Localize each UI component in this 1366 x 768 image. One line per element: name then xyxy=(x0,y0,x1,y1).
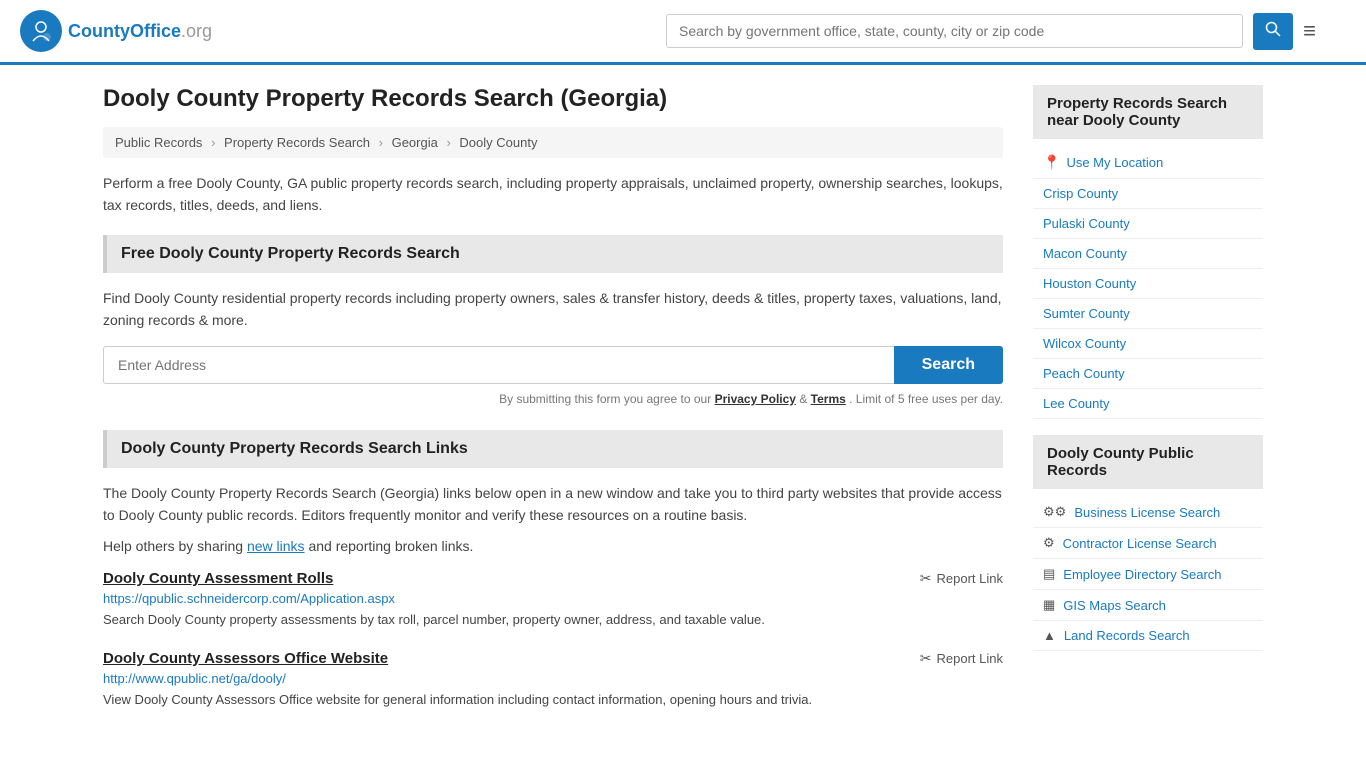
search-description: Find Dooly County residential property r… xyxy=(103,287,1003,332)
privacy-policy-link[interactable]: Privacy Policy xyxy=(715,392,796,406)
employee-directory-icon: ▤ xyxy=(1043,566,1055,582)
record-link-assessment: Dooly County Assessment Rolls ✂ Report L… xyxy=(103,570,1003,630)
assessors-office-title[interactable]: Dooly County Assessors Office Website xyxy=(103,650,388,667)
assessors-office-url: http://www.qpublic.net/ga/dooly/ xyxy=(103,671,1003,686)
sidebar-peach-county[interactable]: Peach County xyxy=(1033,359,1263,389)
sidebar-houston-county[interactable]: Houston County xyxy=(1033,269,1263,299)
terms-link[interactable]: Terms xyxy=(811,392,846,406)
logo-area: CountyOffice.org xyxy=(20,10,212,52)
sidebar-wilcox-county[interactable]: Wilcox County xyxy=(1033,329,1263,359)
sumter-county-link[interactable]: Sumter County xyxy=(1043,306,1130,321)
header-search-input[interactable] xyxy=(666,14,1243,48)
address-search-row: Search xyxy=(103,346,1003,384)
record-link-header-2: Dooly County Assessors Office Website ✂ … xyxy=(103,650,1003,667)
page-title: Dooly County Property Records Search (Ge… xyxy=(103,85,1003,113)
sidebar-sumter-county[interactable]: Sumter County xyxy=(1033,299,1263,329)
pulaski-county-link[interactable]: Pulaski County xyxy=(1043,216,1130,231)
record-link-assessors: Dooly County Assessors Office Website ✂ … xyxy=(103,650,1003,710)
new-links-link[interactable]: new links xyxy=(247,538,305,554)
breadcrumb-sep-2: › xyxy=(379,135,383,150)
sidebar-business-license[interactable]: ⚙⚙ Business License Search xyxy=(1033,497,1263,528)
search-button[interactable]: Search xyxy=(894,346,1003,384)
contractor-license-link[interactable]: Contractor License Search xyxy=(1063,536,1217,551)
sidebar-crisp-county[interactable]: Crisp County xyxy=(1033,179,1263,209)
report-link-btn-1[interactable]: ✂ Report Link xyxy=(920,570,1003,587)
nearby-header: Property Records Search near Dooly Count… xyxy=(1033,85,1263,139)
terms-limit: . Limit of 5 free uses per day. xyxy=(849,392,1003,406)
terms-and: & xyxy=(799,392,810,406)
gis-maps-link[interactable]: GIS Maps Search xyxy=(1063,598,1166,613)
use-my-location-link[interactable]: Use My Location xyxy=(1066,155,1163,170)
record-link-header-1: Dooly County Assessment Rolls ✂ Report L… xyxy=(103,570,1003,587)
report-icon-2: ✂ xyxy=(920,650,932,667)
wilcox-county-link[interactable]: Wilcox County xyxy=(1043,336,1126,351)
use-my-location[interactable]: 📍 Use My Location xyxy=(1033,147,1263,179)
header-search-button[interactable] xyxy=(1253,13,1293,50)
links-description: The Dooly County Property Records Search… xyxy=(103,482,1003,527)
sidebar-lee-county[interactable]: Lee County xyxy=(1033,389,1263,419)
business-license-icon: ⚙⚙ xyxy=(1043,504,1066,520)
logo-tld: .org xyxy=(181,21,212,41)
content-area: Dooly County Property Records Search (Ge… xyxy=(103,85,1003,733)
breadcrumb-dooly-county[interactable]: Dooly County xyxy=(459,135,537,150)
share-suffix: and reporting broken links. xyxy=(308,538,473,554)
location-dot-icon: 📍 xyxy=(1043,154,1060,171)
gis-maps-icon: ▦ xyxy=(1043,597,1055,613)
lee-county-link[interactable]: Lee County xyxy=(1043,396,1110,411)
page-header: CountyOffice.org ≡ xyxy=(0,0,1366,65)
main-container: Dooly County Property Records Search (Ge… xyxy=(83,65,1283,753)
peach-county-link[interactable]: Peach County xyxy=(1043,366,1125,381)
assessment-rolls-url: https://qpublic.schneidercorp.com/Applic… xyxy=(103,591,1003,606)
share-text: Help others by sharing new links and rep… xyxy=(103,538,1003,554)
breadcrumb: Public Records › Property Records Search… xyxy=(103,127,1003,158)
logo-name: CountyOffice xyxy=(68,21,181,41)
employee-directory-link[interactable]: Employee Directory Search xyxy=(1063,567,1221,582)
land-records-icon: ▲ xyxy=(1043,628,1056,643)
header-search-area: ≡ xyxy=(666,13,1316,50)
form-terms: By submitting this form you agree to our… xyxy=(103,392,1003,406)
land-records-link[interactable]: Land Records Search xyxy=(1064,628,1190,643)
sidebar: Property Records Search near Dooly Count… xyxy=(1033,85,1263,733)
share-prefix: Help others by sharing xyxy=(103,538,243,554)
assessors-office-desc: View Dooly County Assessors Office websi… xyxy=(103,690,1003,710)
hamburger-menu-button[interactable]: ≡ xyxy=(1303,18,1316,44)
logo-text: CountyOffice.org xyxy=(68,21,212,42)
page-description: Perform a free Dooly County, GA public p… xyxy=(103,172,1003,217)
macon-county-link[interactable]: Macon County xyxy=(1043,246,1127,261)
sidebar-employee-directory[interactable]: ▤ Employee Directory Search xyxy=(1033,559,1263,590)
breadcrumb-public-records[interactable]: Public Records xyxy=(115,135,202,150)
breadcrumb-sep-3: › xyxy=(446,135,450,150)
links-section: Dooly County Property Records Search Lin… xyxy=(103,430,1003,710)
sidebar-land-records[interactable]: ▲ Land Records Search xyxy=(1033,621,1263,651)
sidebar-macon-county[interactable]: Macon County xyxy=(1033,239,1263,269)
search-section: Free Dooly County Property Records Searc… xyxy=(103,235,1003,406)
terms-prefix: By submitting this form you agree to our xyxy=(499,392,711,406)
business-license-link[interactable]: Business License Search xyxy=(1074,505,1220,520)
sidebar-contractor-license[interactable]: ⚙ Contractor License Search xyxy=(1033,528,1263,559)
assessment-rolls-desc: Search Dooly County property assessments… xyxy=(103,610,1003,630)
links-section-header: Dooly County Property Records Search Lin… xyxy=(103,430,1003,468)
assessment-rolls-title[interactable]: Dooly County Assessment Rolls xyxy=(103,570,333,587)
sidebar-pulaski-county[interactable]: Pulaski County xyxy=(1033,209,1263,239)
report-label-1: Report Link xyxy=(937,571,1003,586)
logo-icon xyxy=(20,10,62,52)
breadcrumb-property-records-search[interactable]: Property Records Search xyxy=(224,135,370,150)
address-input[interactable] xyxy=(103,346,894,384)
sidebar-gis-maps[interactable]: ▦ GIS Maps Search xyxy=(1033,590,1263,621)
report-link-btn-2[interactable]: ✂ Report Link xyxy=(920,650,1003,667)
houston-county-link[interactable]: Houston County xyxy=(1043,276,1136,291)
report-label-2: Report Link xyxy=(937,651,1003,666)
report-icon-1: ✂ xyxy=(920,570,932,587)
search-section-header: Free Dooly County Property Records Searc… xyxy=(103,235,1003,273)
breadcrumb-georgia[interactable]: Georgia xyxy=(392,135,438,150)
crisp-county-link[interactable]: Crisp County xyxy=(1043,186,1118,201)
contractor-license-icon: ⚙ xyxy=(1043,535,1055,551)
breadcrumb-sep-1: › xyxy=(211,135,215,150)
public-records-header: Dooly County Public Records xyxy=(1033,435,1263,489)
